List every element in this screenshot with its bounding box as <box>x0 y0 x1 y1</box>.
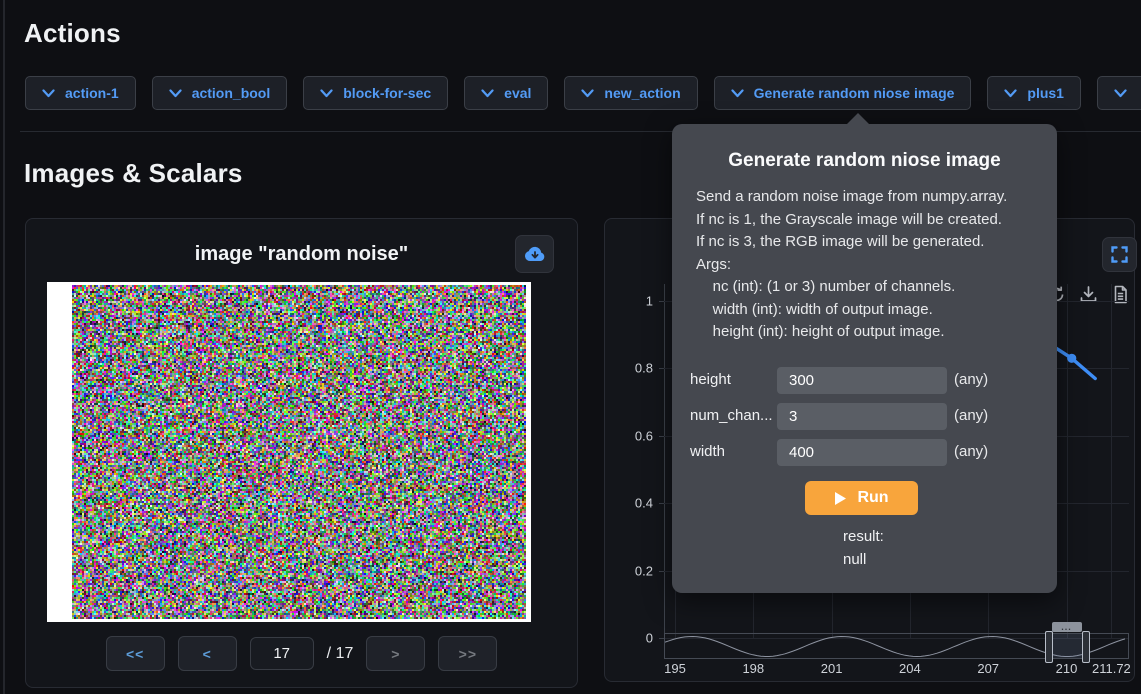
popup-description-line: width (int): width of output image. <box>696 299 1041 322</box>
x-tick-label: 210 <box>1056 661 1078 676</box>
field-type-hint: (any) <box>954 407 988 424</box>
run-button-label: Run <box>857 489 888 507</box>
popup-title: Generate random niose image <box>672 150 1057 172</box>
action-button-label: eval <box>504 85 531 101</box>
x-tick-label: 211.72 <box>1092 661 1131 676</box>
chevron-down-icon <box>320 89 333 98</box>
field-input-height[interactable] <box>777 367 947 394</box>
action-popup: Generate random niose image Send a rando… <box>672 124 1057 593</box>
actions-heading: Actions <box>24 18 121 49</box>
prev-page-button[interactable]: < <box>178 636 237 671</box>
action-button-label: action_bool <box>192 85 271 101</box>
action-button-label: new_action <box>604 85 680 101</box>
chevron-down-icon <box>731 89 744 98</box>
left-edge-line <box>3 0 5 694</box>
action-button-clipped[interactable] <box>1097 76 1141 110</box>
field-type-hint: (any) <box>954 371 988 388</box>
action-button-block-for-sec[interactable]: block-for-sec <box>303 76 448 110</box>
y-tick-label: 0 <box>646 631 653 646</box>
x-tick-label: 195 <box>664 661 686 676</box>
cloud-download-button[interactable] <box>515 235 554 273</box>
chevron-down-icon <box>1114 89 1127 98</box>
play-icon <box>834 491 847 506</box>
rangeslider-handle-right[interactable] <box>1082 631 1090 663</box>
field-input-width[interactable] <box>777 439 947 466</box>
chevron-down-icon <box>1004 89 1017 98</box>
image-frame <box>47 282 531 622</box>
popup-description-line: Send a random noise image from numpy.arr… <box>696 186 1041 209</box>
field-type-hint: (any) <box>954 443 988 460</box>
action-button-label: action-1 <box>65 85 119 101</box>
y-tick-label: 0.2 <box>635 563 653 578</box>
popup-description-line: If nc is 1, the Grayscale image will be … <box>696 209 1041 232</box>
result-value: null <box>843 551 866 568</box>
popup-description: Send a random noise image from numpy.arr… <box>696 186 1041 344</box>
field-row-width: width (any) <box>672 439 1057 466</box>
action-button-action-1[interactable]: action-1 <box>25 76 136 110</box>
y-tick-label: 0.6 <box>635 428 653 443</box>
action-button-action-bool[interactable]: action_bool <box>152 76 288 110</box>
field-row-height: height (any) <box>672 367 1057 394</box>
cloud-download-icon <box>524 245 546 263</box>
x-tick-label: 201 <box>821 661 843 676</box>
field-label: num_chan... <box>690 407 773 424</box>
action-button-label: Generate random niose image <box>754 85 955 101</box>
x-tick-label: 204 <box>899 661 921 676</box>
action-button-generate-random-niose-image[interactable]: Generate random niose image <box>714 76 972 110</box>
image-card-title: image "random noise" <box>26 243 577 266</box>
field-row-num-chan-: num_chan... (any) <box>672 403 1057 430</box>
fullscreen-icon <box>1111 246 1128 263</box>
y-tick-label: 0.8 <box>635 361 653 376</box>
actions-row: action-1 action_bool block-for-sec eval new_… <box>25 76 1141 110</box>
popup-description-line: Args: <box>696 254 1041 277</box>
field-label: width <box>690 443 725 460</box>
popup-description-line: nc (int): (1 or 3) number of channels. <box>696 276 1041 299</box>
action-button-plus1[interactable]: plus1 <box>987 76 1081 110</box>
data-point-marker <box>1067 354 1076 363</box>
next-page-button[interactable]: > <box>366 636 425 671</box>
rangeslider-window[interactable] <box>1048 634 1085 658</box>
result-label: result: <box>843 528 884 545</box>
images-heading: Images & Scalars <box>24 158 243 189</box>
chevron-down-icon <box>581 89 594 98</box>
action-button-eval[interactable]: eval <box>464 76 548 110</box>
page-number-input[interactable] <box>250 637 314 670</box>
run-button[interactable]: Run <box>805 481 918 515</box>
field-label: height <box>690 371 731 388</box>
x-tick-label: 207 <box>977 661 999 676</box>
last-page-button[interactable]: >> <box>438 636 497 671</box>
y-tick-label: 0.4 <box>635 496 653 511</box>
page-total-label: / 17 <box>327 645 354 663</box>
range-slider[interactable]: ... <box>664 633 1129 659</box>
fullscreen-button[interactable] <box>1102 237 1137 272</box>
first-page-button[interactable]: << <box>106 636 165 671</box>
image-card: image "random noise" << < / 17 > >> <box>25 218 578 688</box>
x-tick-label: 198 <box>742 661 764 676</box>
action-button-label: plus1 <box>1027 85 1064 101</box>
pagination: << < / 17 > >> <box>26 636 577 671</box>
action-button-label: block-for-sec <box>343 85 431 101</box>
chevron-down-icon <box>169 89 182 98</box>
rangeslider-grip[interactable]: ... <box>1052 622 1082 632</box>
field-input-num-chan-[interactable] <box>777 403 947 430</box>
popup-caret <box>846 113 870 125</box>
action-button-new-action[interactable]: new_action <box>564 76 697 110</box>
random-noise-image <box>72 285 526 619</box>
chevron-down-icon <box>481 89 494 98</box>
popup-description-line: If nc is 3, the RGB image will be genera… <box>696 231 1041 254</box>
popup-description-line: height (int): height of output image. <box>696 321 1041 344</box>
y-tick-label: 1 <box>646 294 653 309</box>
chevron-down-icon <box>42 89 55 98</box>
rangeslider-handle-left[interactable] <box>1045 631 1053 663</box>
